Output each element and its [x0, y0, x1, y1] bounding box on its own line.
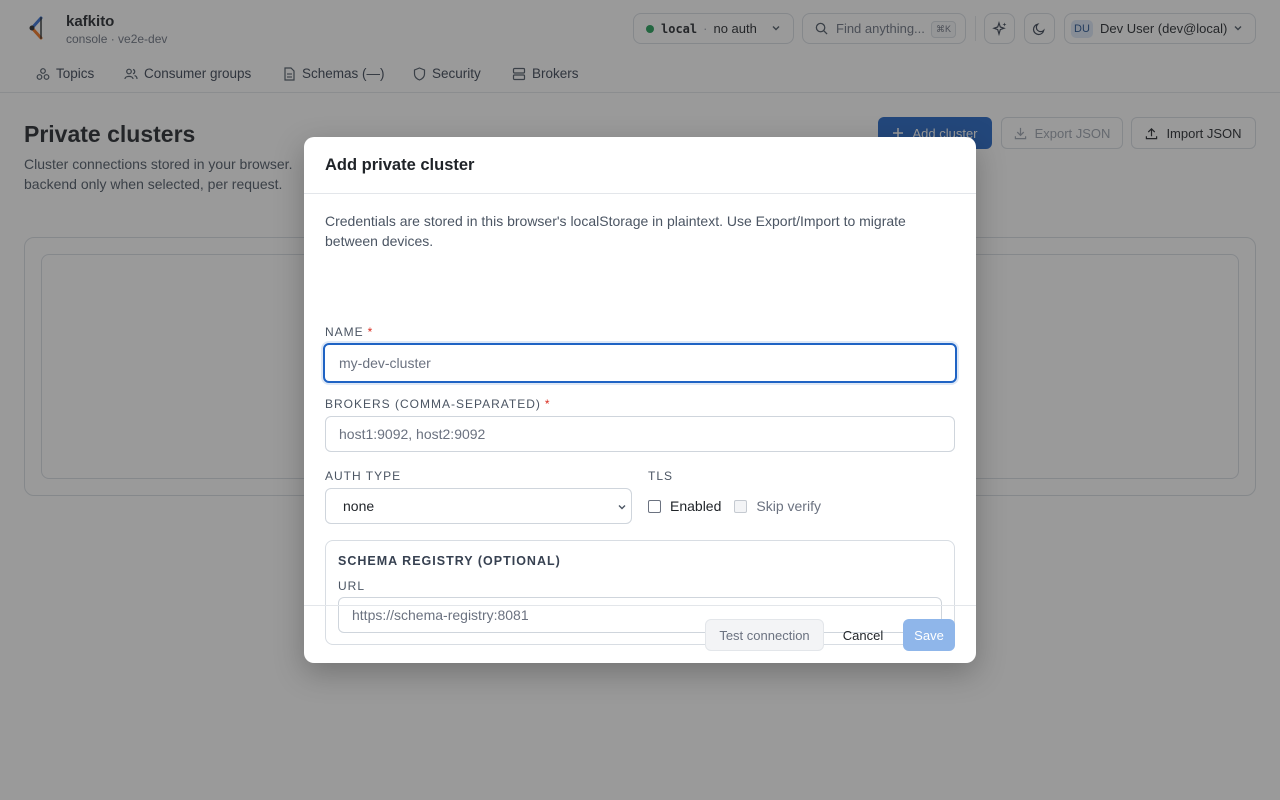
name-input[interactable] [323, 343, 957, 383]
name-label-text: NAME [325, 325, 364, 339]
auth-type-value: none [343, 498, 375, 514]
auth-type-select[interactable]: none [325, 488, 632, 524]
schema-registry-title: SCHEMA REGISTRY (OPTIONAL) [338, 554, 561, 568]
chevron-down-icon [618, 505, 626, 510]
test-connection-button[interactable]: Test connection [705, 619, 824, 651]
save-button[interactable]: Save [903, 619, 955, 651]
url-label: URL [338, 579, 366, 593]
tls-enabled-label: Enabled [670, 498, 722, 514]
brokers-input[interactable] [325, 416, 955, 452]
dialog-intro: Credentials are stored in this browser's… [325, 213, 906, 249]
dialog-title: Add private cluster [325, 155, 475, 174]
tls-options: Enabled Skip verify [648, 498, 821, 514]
required-marker: * [367, 325, 374, 339]
tls-enabled-checkbox[interactable] [648, 499, 661, 513]
dialog-footer: Test connection Cancel Save [304, 605, 976, 663]
auth-type-label: AUTH TYPE [325, 469, 402, 483]
name-label: NAME * [325, 325, 373, 339]
tls-label: TLS [648, 469, 674, 483]
brokers-label: BROKERS (COMMA-SEPARATED) * [325, 397, 551, 411]
tls-skip-verify-label: Skip verify [756, 498, 821, 514]
add-cluster-dialog: Add private cluster Credentials are stor… [304, 137, 976, 663]
tls-skip-verify-checkbox[interactable] [734, 499, 748, 513]
cancel-button[interactable]: Cancel [833, 619, 893, 651]
dialog-body: Credentials are stored in this browser's… [304, 194, 976, 645]
dialog-header: Add private cluster [304, 137, 976, 194]
brokers-label-text: BROKERS (COMMA-SEPARATED) [325, 397, 541, 411]
required-marker: * [544, 397, 551, 411]
